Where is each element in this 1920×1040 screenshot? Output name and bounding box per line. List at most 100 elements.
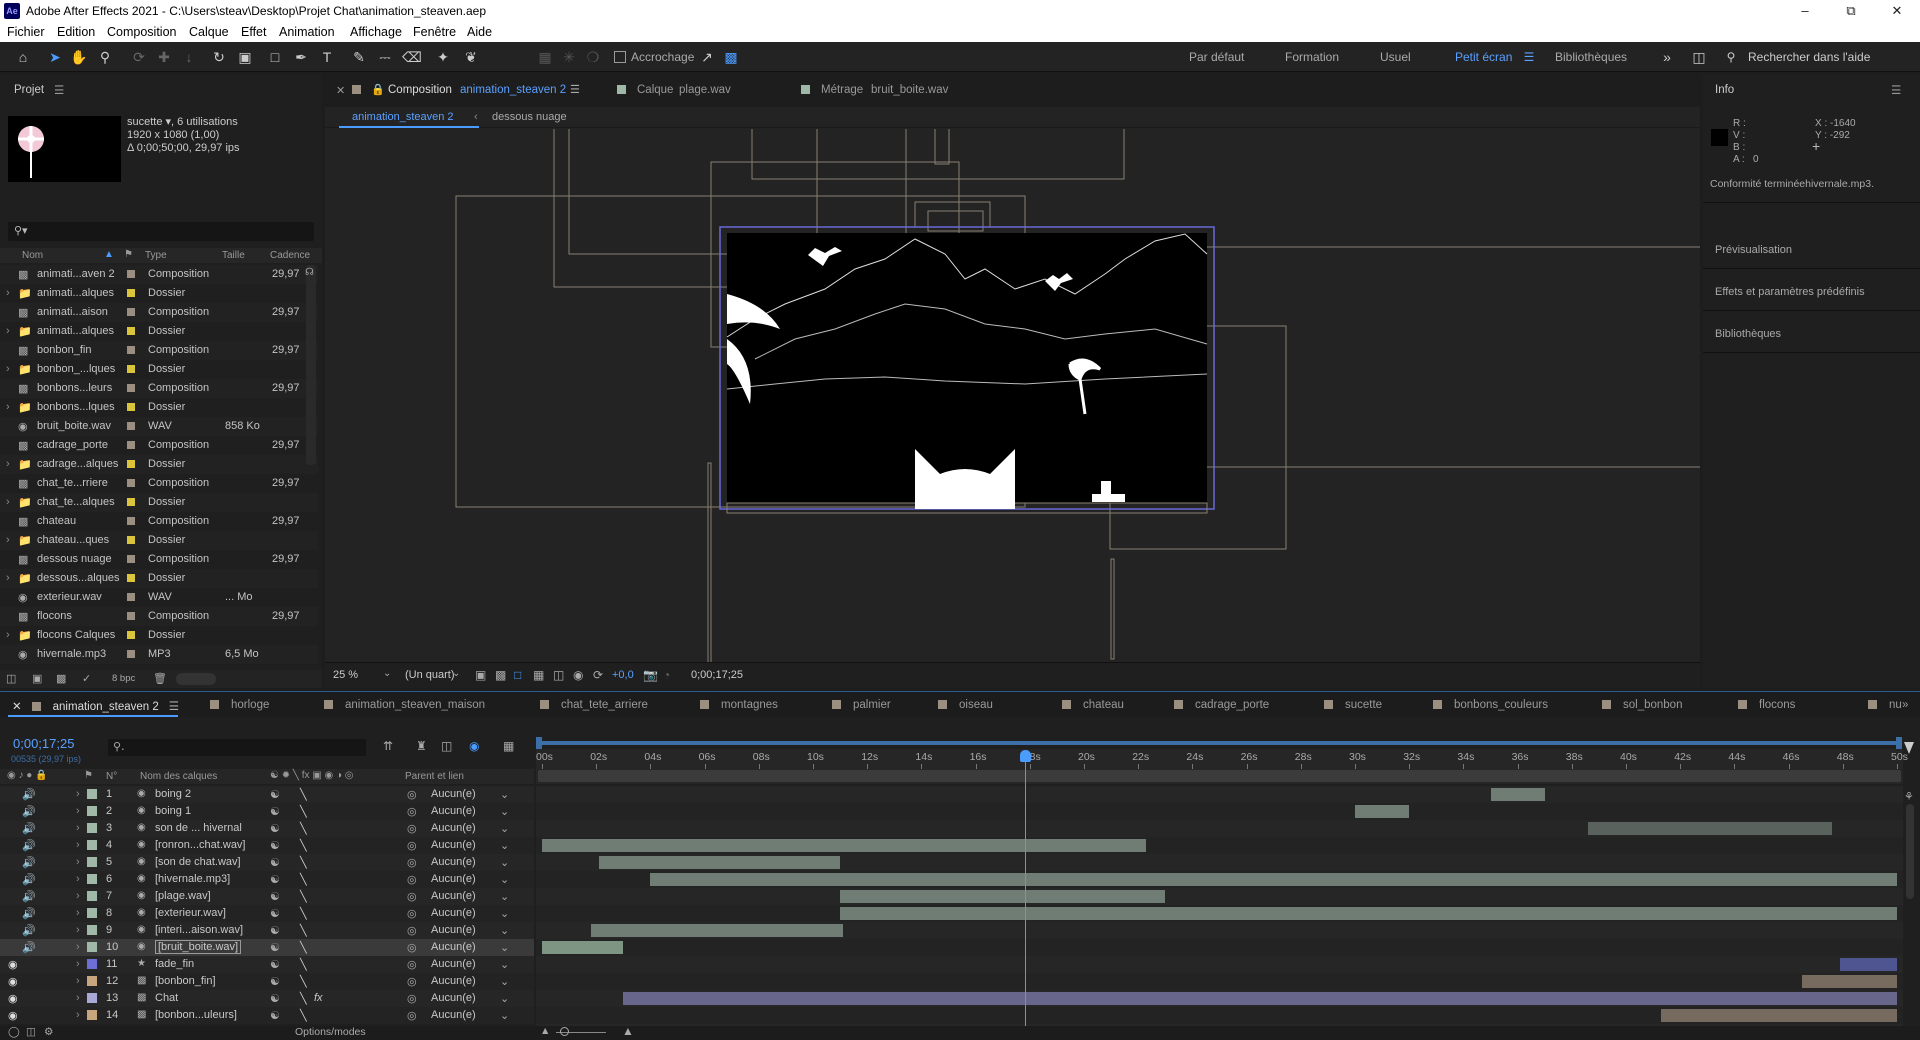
folder-expand-icon[interactable]: › (6, 363, 10, 375)
mask-visibility-icon[interactable]: □ (514, 668, 521, 682)
parent-chevron-icon[interactable]: ⌄ (500, 822, 509, 835)
layer-name[interactable]: [exterieur.wav] (155, 907, 226, 919)
label-swatch[interactable] (127, 631, 135, 639)
parent-dropdown[interactable]: Aucun(e) (431, 856, 476, 868)
audio-toggle-icon[interactable]: 🔊 (22, 941, 36, 954)
tab-footage-name[interactable]: bruit_boite.wav (871, 84, 948, 96)
zoom-out-icon[interactable]: ▲ (540, 1025, 550, 1037)
graph-editor-icon[interactable]: ▦ (503, 739, 514, 753)
quality-switch-icon[interactable]: ╲ (300, 890, 307, 903)
dolly-camera-icon[interactable]: ↓ (180, 48, 198, 66)
tab-name[interactable]: animation_steaven_maison (345, 699, 485, 711)
layer-duration-bar[interactable] (1355, 805, 1410, 818)
quality-switch-icon[interactable]: ╲ (300, 839, 307, 852)
snap-toggle-icon[interactable]: ▩ (722, 48, 740, 66)
quality-switch-icon[interactable]: ╲ (300, 805, 307, 818)
channels-icon[interactable]: ◉ (573, 668, 583, 682)
tab-menu-icon[interactable]: ☰ (570, 83, 580, 96)
label-swatch[interactable] (127, 612, 135, 620)
parent-chevron-icon[interactable]: ⌄ (500, 1009, 509, 1022)
pickwhip-icon[interactable]: ◎ (407, 941, 417, 954)
project-item[interactable]: › 📁 chat_te...alques Dossier (0, 493, 318, 512)
expand-layer-icon[interactable]: › (76, 805, 80, 817)
hand-tool-icon[interactable]: ✋ (70, 48, 88, 66)
project-item[interactable]: › 📁 dessous...alques Dossier (0, 569, 318, 588)
quality-switch-icon[interactable]: ╲ (300, 1009, 307, 1022)
layer-name[interactable]: Chat (155, 992, 178, 1004)
layer-row[interactable]: 🔊 › 2 ◉ boing 1 ☯ ╲ ◎ Aucun(e) ⌄ (0, 803, 534, 820)
layer-label-swatch[interactable] (87, 959, 97, 969)
project-item[interactable]: ◉ exterieur.wav WAV ... Mo (0, 588, 318, 607)
pickwhip-icon[interactable]: ◎ (407, 822, 417, 835)
timeline-tab[interactable]: ✕ animation_steaven 2 ☰ (12, 699, 179, 713)
project-scrollbar[interactable] (306, 265, 316, 465)
project-item[interactable]: ▩ chat_te...rriere Composition 29,97 (0, 474, 318, 493)
menu-effet[interactable]: Effet (241, 25, 266, 39)
layer-row[interactable]: ◉ › 12 ▩ [bonbon_fin] ☯ ╲ ◎ Aucun(e) ⌄ (0, 973, 534, 990)
breadcrumb-item-1[interactable]: animation_steaven 2 (352, 111, 454, 123)
folder-expand-icon[interactable]: › (6, 325, 10, 337)
selection-tool-icon[interactable]: ➤ (46, 48, 64, 66)
col-size[interactable]: Taille (222, 250, 245, 261)
layer-row[interactable]: ◉ › 11 ★ fade_fin ☯ ╲ ◎ Aucun(e) ⌄ (0, 956, 534, 973)
layer-name[interactable]: [son de chat.wav] (155, 856, 241, 868)
effects-presets-section[interactable]: Effets et paramètres prédéfinis (1715, 286, 1865, 298)
expand-layer-icon[interactable]: › (76, 924, 80, 936)
breadcrumb-item-2[interactable]: dessous nuage (492, 111, 567, 123)
shy-switch-icon[interactable]: ☯ (270, 839, 280, 852)
parent-chevron-icon[interactable]: ⌄ (500, 788, 509, 801)
workspace-petit-ecran[interactable]: Petit écran (1455, 50, 1512, 64)
workspace-formation[interactable]: Formation (1285, 50, 1339, 64)
shy-switch-icon[interactable]: ☯ (270, 873, 280, 886)
tab-name[interactable]: oiseau (959, 699, 993, 711)
layer-duration-bar[interactable] (1588, 822, 1832, 835)
thumbnail-size-slider[interactable] (176, 673, 216, 685)
quality-switch-icon[interactable]: ╲ (300, 975, 307, 988)
project-item[interactable]: ▩ bonbons...leurs Composition 29,97 (0, 379, 318, 398)
layer-row[interactable]: 🔊 › 9 ◉ [interi...aison.wav] ☯ ╲ ◎ Aucun(e) ⌄ (0, 922, 534, 939)
pickwhip-icon[interactable]: ◎ (407, 958, 417, 971)
workspace-par-defaut[interactable]: Par défaut (1189, 50, 1244, 64)
parent-dropdown[interactable]: Aucun(e) (431, 924, 476, 936)
shy-layers-icon[interactable]: ♜ (416, 739, 427, 753)
layer-row[interactable]: 🔊 › 5 ◉ [son de chat.wav] ☯ ╲ ◎ Aucun(e) ⌄ (0, 854, 534, 871)
pickwhip-icon[interactable]: ◎ (407, 1009, 417, 1022)
pickwhip-icon[interactable]: ◎ (407, 975, 417, 988)
exposure-value[interactable]: +0,0 (612, 669, 634, 681)
zoom-tool-icon[interactable]: ⚲ (96, 48, 114, 66)
label-swatch[interactable] (127, 441, 135, 449)
label-swatch[interactable] (127, 498, 135, 506)
project-item[interactable]: ▩ cadrage_porte Composition 29,97 (0, 436, 318, 455)
delete-icon[interactable]: 🗑 (153, 672, 167, 685)
roto-brush-icon[interactable]: ✦ (434, 48, 452, 66)
project-item[interactable]: ▩ animati...aven 2 Composition 29,97 (0, 265, 318, 284)
expand-layer-icon[interactable]: › (76, 822, 80, 834)
in-out-icon[interactable]: ◫ (26, 1026, 36, 1038)
pickwhip-icon[interactable]: ◎ (407, 907, 417, 920)
visibility-eye-icon[interactable]: ◉ (8, 958, 18, 971)
tab-name[interactable]: palmier (853, 699, 891, 711)
zoom-in-icon[interactable]: ▲ (622, 1024, 634, 1038)
project-search-input[interactable]: ⚲▾ (8, 222, 314, 241)
zoom-chevron-icon[interactable]: ⌄ (383, 668, 391, 679)
label-swatch[interactable] (127, 517, 135, 525)
close-icon[interactable]: ✕ (1874, 0, 1920, 22)
workspace-usuel[interactable]: Usuel (1380, 50, 1411, 64)
layer-row[interactable]: ◉ › 14 ▩ [bonbon...uleurs] ☯ ╲ ◎ Aucun(e) ⌄ (0, 1007, 534, 1024)
timeline-timecode[interactable]: 0;00;17;25 (13, 736, 74, 751)
audio-toggle-icon[interactable]: 🔊 (22, 924, 36, 937)
close-tab-icon[interactable]: ✕ (336, 84, 345, 97)
shy-switch-icon[interactable]: ☯ (270, 890, 280, 903)
label-swatch[interactable] (127, 327, 135, 335)
layer-duration-bar[interactable] (1840, 958, 1897, 971)
parent-chevron-icon[interactable]: ⌄ (500, 805, 509, 818)
shy-switch-icon[interactable]: ☯ (270, 907, 280, 920)
label-swatch[interactable] (127, 384, 135, 392)
parent-dropdown[interactable]: Aucun(e) (431, 822, 476, 834)
project-item[interactable]: › 📁 chateau...ques Dossier (0, 531, 318, 550)
parent-dropdown[interactable]: Aucun(e) (431, 788, 476, 800)
parent-chevron-icon[interactable]: ⌄ (500, 890, 509, 903)
tab-name[interactable]: bonbons_couleurs (1454, 699, 1548, 711)
layer-row[interactable]: 🔊 › 7 ◉ [plage.wav] ☯ ╲ ◎ Aucun(e) ⌄ (0, 888, 534, 905)
quality-switch-icon[interactable]: ╲ (300, 958, 307, 971)
